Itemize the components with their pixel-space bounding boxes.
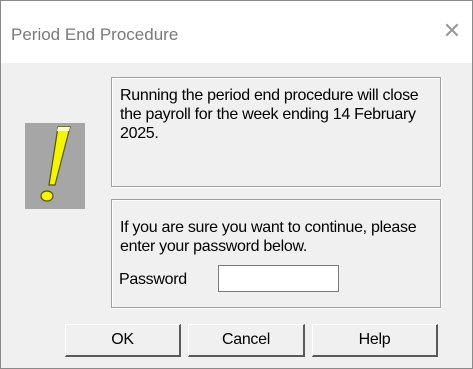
info-group: Running the period end procedure will cl… — [111, 77, 441, 187]
help-button[interactable]: Help — [312, 324, 438, 357]
close-icon[interactable]: ✕ — [440, 19, 464, 43]
title-bar[interactable]: Period End Procedure ✕ — [1, 1, 472, 63]
prompt-message: If you are sure you want to continue, pl… — [120, 219, 417, 255]
password-label: Password — [119, 271, 187, 288]
exclamation-icon — [25, 123, 85, 209]
window-title: Period End Procedure — [11, 25, 179, 44]
dialog-window: Period End Procedure ✕ Running the perio… — [0, 0, 473, 369]
info-message: Running the period end procedure will cl… — [120, 87, 419, 142]
ok-button[interactable]: OK — [65, 324, 181, 357]
cancel-button[interactable]: Cancel — [188, 324, 305, 357]
password-field[interactable] — [218, 265, 339, 292]
